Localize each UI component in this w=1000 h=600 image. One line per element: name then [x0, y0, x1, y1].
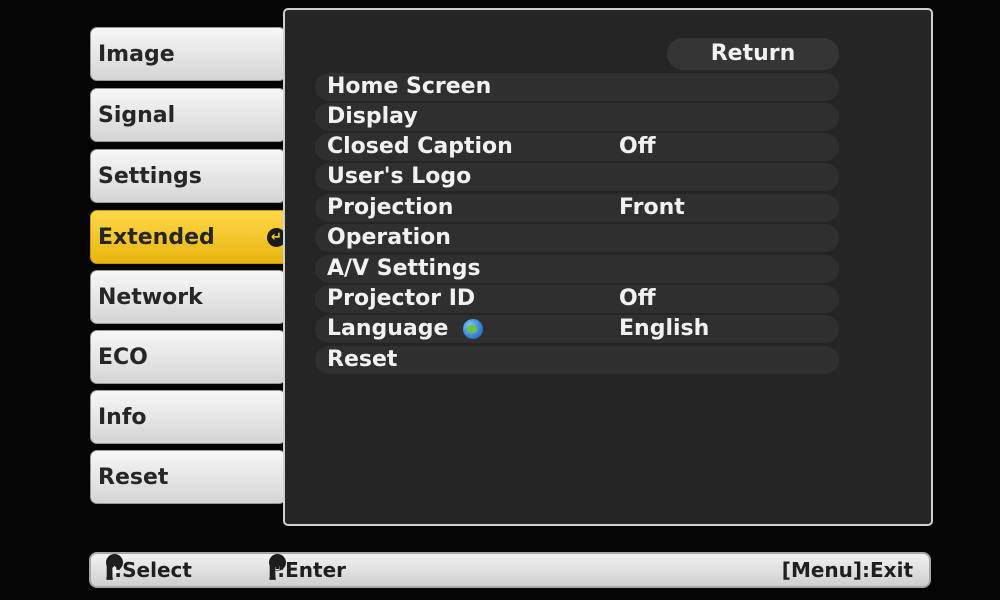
help-bar: [◆]:Select [↵]:Enter [Menu]:Exit	[89, 552, 931, 588]
menu-item-home-screen[interactable]: Home Screen	[315, 73, 839, 101]
menu-item-display[interactable]: Display	[315, 103, 839, 131]
menu-item-reset[interactable]: Reset	[315, 346, 839, 374]
menu-item-label: Closed Caption	[327, 134, 513, 159]
menu-item-label: User's Logo	[327, 164, 472, 189]
menu-item-label: Projection	[327, 195, 454, 220]
tab-label: Reset	[98, 464, 169, 490]
menu-item-closed-caption[interactable]: Closed Caption Off	[315, 133, 839, 161]
tab-label: Image	[98, 41, 175, 67]
menu-item-value: English	[619, 316, 710, 341]
extended-settings-panel: Return Home Screen Display Closed Captio…	[283, 8, 933, 526]
menu-item-language[interactable]: Language English	[315, 315, 839, 343]
tab-eco[interactable]: ECO	[90, 330, 286, 384]
tab-label: Signal	[98, 102, 176, 128]
tab-reset[interactable]: Reset	[90, 450, 286, 504]
menu-item-label: Display	[327, 104, 418, 129]
tab-extended[interactable]: Extended ↵	[90, 210, 296, 264]
tab-label: ECO	[98, 344, 148, 370]
select-suffix: ]:Select	[105, 558, 192, 582]
menu-item-value: Off	[619, 134, 656, 159]
menu-item-projection[interactable]: Projection Front	[315, 194, 839, 222]
globe-icon	[463, 319, 483, 339]
menu-sidebar: Image Signal Settings Extended ↵ Network…	[0, 0, 300, 520]
menu-item-av-settings[interactable]: A/V Settings	[315, 255, 839, 283]
tab-network[interactable]: Network	[90, 270, 286, 324]
menu-item-label: Projector ID	[327, 286, 476, 311]
menu-item-label: Language	[327, 316, 449, 341]
tab-label: Settings	[98, 163, 202, 189]
menu-item-projector-id[interactable]: Projector ID Off	[315, 285, 839, 313]
menu-item-value: Front	[619, 195, 685, 220]
menu-item-operation[interactable]: Operation	[315, 224, 839, 252]
tab-signal[interactable]: Signal	[90, 88, 286, 142]
menu-item-label: A/V Settings	[327, 256, 481, 281]
tab-image[interactable]: Image	[90, 27, 286, 81]
tab-label: Network	[98, 284, 203, 310]
enter-suffix: ]:Enter	[268, 558, 347, 582]
menu-item-label: Reset	[327, 347, 398, 372]
exit-hint: [Menu]:Exit	[781, 558, 913, 582]
tab-info[interactable]: Info	[90, 390, 286, 444]
tab-settings[interactable]: Settings	[90, 149, 286, 203]
menu-item-users-logo[interactable]: User's Logo	[315, 163, 839, 191]
menu-item-value: Off	[619, 286, 656, 311]
tab-label: Info	[98, 404, 147, 430]
menu-item-label: Operation	[327, 225, 451, 250]
tab-label: Extended	[98, 224, 215, 250]
menu-item-label: Home Screen	[327, 74, 492, 99]
return-button[interactable]: Return	[667, 38, 839, 70]
